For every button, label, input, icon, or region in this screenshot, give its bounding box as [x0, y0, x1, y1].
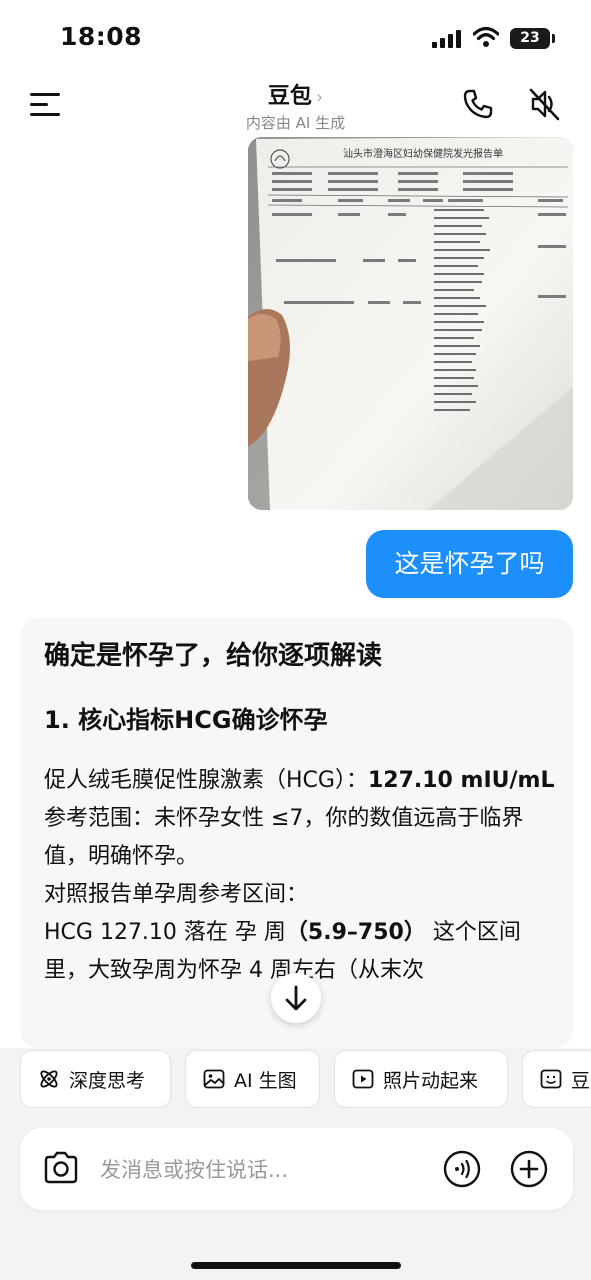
ai-reply-content: 确定是怀孕了，给你逐项解读 1. 核心指标HCG确诊怀孕 促人绒毛膜促性腺激素（… [44, 636, 556, 990]
scroll-to-bottom-button[interactable] [271, 973, 321, 1023]
battery-level: 23 [510, 28, 550, 49]
battery-tip [552, 34, 555, 43]
hcg-value: 127.10 mIU/mL [367, 768, 555, 793]
camera-icon[interactable] [42, 1150, 80, 1186]
chip-more[interactable]: 豆 [522, 1050, 591, 1108]
chevron-right-icon: › [315, 87, 324, 108]
chip-label: 豆 [571, 1069, 591, 1092]
image-icon [203, 1069, 225, 1089]
range-text-a: HCG 127.10 落在 孕 [44, 920, 264, 945]
ai-disclaimer: 内容由 AI 生成 [245, 114, 346, 132]
play-icon [352, 1069, 374, 1089]
reply-section-title: 1. 核心指标HCG确诊怀孕 [44, 706, 328, 734]
range-value: （5.9–750） [285, 920, 426, 945]
status-time: 18:08 [60, 22, 143, 51]
reply-paragraph-reference: 参考范围：未怀孕女性 ≤7，你的数值远高于临界值，明确怀孕。 [44, 806, 524, 869]
message-input-bar [20, 1128, 573, 1210]
title-block[interactable]: 豆包 › 内容由 AI 生成 [0, 78, 591, 133]
reply-heading: 确定是怀孕了，给你逐项解读 [44, 641, 383, 671]
atom-icon [40, 1070, 58, 1088]
status-bar: 18:08 23 [0, 0, 591, 78]
plus-icon[interactable] [510, 1150, 548, 1188]
message-input[interactable] [98, 1148, 422, 1192]
home-indicator [191, 1262, 401, 1269]
photo-smile-icon [540, 1069, 562, 1089]
input-area [0, 1118, 591, 1280]
chip-label: AI 生图 [234, 1069, 297, 1092]
chip-label: 深度思考 [69, 1069, 146, 1092]
chip-ai-image[interactable]: AI 生图 [185, 1050, 320, 1108]
chip-animate-photo[interactable]: 照片动起来 [334, 1050, 508, 1108]
signal-icon [432, 30, 461, 48]
range-text-b: 周 [263, 920, 286, 945]
hcg-label: 促人绒毛膜促性腺激素（HCG）： [44, 768, 368, 793]
chat-title[interactable]: 豆包 › [0, 78, 591, 110]
arrow-down-icon [285, 985, 307, 1011]
chip-label: 照片动起来 [383, 1069, 479, 1092]
user-message-bubble[interactable]: 这是怀孕了吗 [366, 530, 573, 598]
speaker-mute-icon[interactable] [527, 86, 561, 122]
report-title: 汕头市澄海区妇幼保健院发光报告单 [343, 147, 503, 160]
reply-paragraph-comparison: 对照报告单孕周参考区间： [44, 882, 309, 907]
report-photo-graphic: 汕头市澄海区妇幼保健院发光报告单 [248, 137, 573, 510]
quick-actions-bar: 深度思考 AI 生图 照片动起来 豆 [0, 1048, 591, 1118]
reply-paragraph-hcg: 促人绒毛膜促性腺激素（HCG）：127.10 mIU/mL [44, 762, 556, 800]
chat-title-text: 豆包 [267, 84, 312, 109]
report-photo[interactable]: 汕头市澄海区妇幼保健院发光报告单 [248, 137, 573, 510]
chip-deep-think[interactable]: 深度思考 [20, 1050, 171, 1108]
phone-icon[interactable] [462, 88, 494, 120]
chat-header: 豆包 › 内容由 AI 生成 [0, 78, 591, 138]
wifi-icon [473, 26, 499, 47]
voice-icon[interactable] [443, 1150, 481, 1188]
